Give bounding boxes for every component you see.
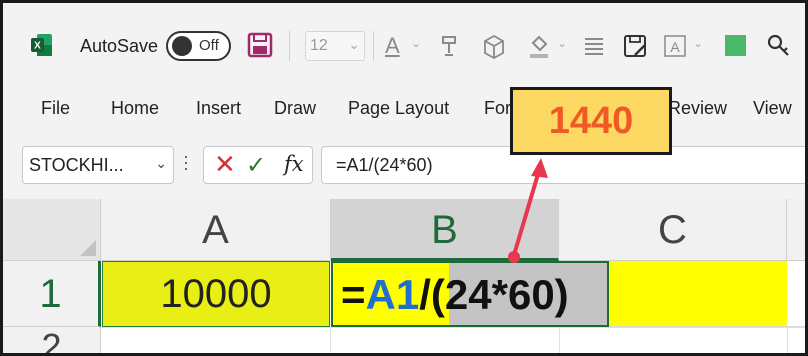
toolbar-separator: [289, 31, 290, 61]
toggle-knob: [172, 36, 192, 56]
svg-text:A: A: [670, 39, 680, 55]
column-header-d[interactable]: [787, 199, 805, 261]
formula-buttons: ✕ ✓ fx: [203, 146, 313, 184]
name-box-value: STOCKHI...: [29, 155, 124, 175]
more-options-icon[interactable]: · · ·: [183, 147, 189, 177]
tab-view[interactable]: View: [753, 98, 792, 119]
tab-draw[interactable]: Draw: [274, 98, 316, 119]
worksheet-grid: A B C 1 2 10000 =A1/(24*60): [3, 199, 805, 353]
cell-d1[interactable]: [787, 261, 805, 327]
font-size-select[interactable]: 12 ⌄: [305, 31, 365, 61]
autosave-state: Off: [199, 37, 219, 54]
cell-a1[interactable]: 10000: [102, 261, 330, 327]
column-header-b[interactable]: B: [331, 199, 559, 261]
format-painter-icon[interactable]: [439, 31, 463, 61]
gridline: [330, 328, 331, 353]
gridline: [787, 328, 788, 353]
formula-slash: /: [419, 271, 431, 318]
fill-square-icon[interactable]: [725, 35, 746, 56]
column-header-c[interactable]: C: [559, 199, 787, 261]
select-all-triangle-icon: [80, 240, 96, 256]
autosave-toggle[interactable]: Off: [166, 31, 231, 61]
name-box[interactable]: STOCKHI... ⌄: [22, 146, 174, 184]
font-color-icon[interactable]: A: [385, 31, 400, 61]
formula-text: =A1/(24*60): [336, 155, 433, 175]
gridline: [559, 328, 560, 353]
chevron-down-icon[interactable]: ⌄: [411, 36, 421, 50]
cell-b1-formula: =A1/(24*60): [341, 273, 569, 317]
cell-styles-icon[interactable]: [481, 31, 507, 61]
row-header-1[interactable]: 1: [3, 261, 101, 327]
column-header-a[interactable]: A: [101, 199, 331, 261]
search-icon[interactable]: [765, 31, 791, 61]
result-callout: 1440: [510, 87, 672, 155]
insert-function-icon[interactable]: fx: [284, 152, 304, 176]
cell-b1[interactable]: =A1/(24*60): [331, 261, 609, 327]
ribbon-tabs: File Home Insert Draw Page Layout Formul…: [3, 85, 805, 131]
tab-review[interactable]: Review: [668, 98, 727, 119]
tab-insert[interactable]: Insert: [196, 98, 241, 119]
tab-file[interactable]: File: [41, 98, 70, 119]
fill-color-icon[interactable]: [527, 31, 551, 61]
save-as-icon[interactable]: [623, 31, 649, 61]
formula-bar: STOCKHI... ⌄ · · · ✕ ✓ fx =A1/(24*60): [3, 131, 805, 199]
tab-page-layout[interactable]: Page Layout: [348, 98, 449, 119]
enter-check-icon[interactable]: ✓: [246, 151, 266, 180]
excel-window: X AutoSave Off 12 ⌄ A ⌄ ⌄ A ⌄ File Home …: [0, 0, 808, 356]
formula-equals: =: [341, 271, 366, 318]
chevron-down-icon[interactable]: ⌄: [693, 36, 703, 50]
quick-access-toolbar: X AutoSave Off 12 ⌄ A ⌄ ⌄ A ⌄: [3, 3, 805, 85]
font-size-value: 12: [310, 37, 328, 54]
cancel-icon[interactable]: ✕: [214, 149, 236, 180]
excel-logo-icon: X: [31, 34, 52, 56]
align-icon[interactable]: [583, 31, 605, 61]
save-icon[interactable]: [247, 32, 273, 58]
row-header-2[interactable]: 2: [3, 327, 101, 353]
formula-divisor: (24*60): [430, 271, 569, 318]
chevron-down-icon[interactable]: ⌄: [557, 36, 567, 50]
svg-text:X: X: [34, 41, 41, 52]
gridline: [101, 327, 805, 328]
tab-home[interactable]: Home: [111, 98, 159, 119]
autosave-label: AutoSave: [80, 36, 159, 56]
chevron-down-icon: ⌄: [348, 36, 360, 52]
cell-c1[interactable]: [609, 261, 787, 327]
text-box-icon[interactable]: A: [663, 31, 687, 61]
toolbar-separator: [373, 31, 374, 61]
chevron-down-icon[interactable]: ⌄: [155, 155, 167, 172]
select-all-button[interactable]: [3, 199, 101, 261]
formula-cell-ref: A1: [365, 271, 420, 318]
